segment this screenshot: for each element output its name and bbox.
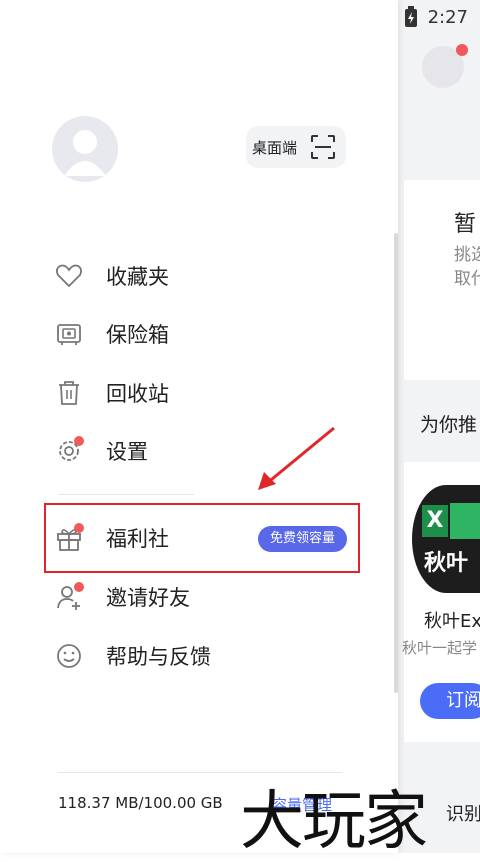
menu-item-label: 收藏夹 xyxy=(106,265,169,289)
gear-icon xyxy=(52,434,86,468)
heart-icon xyxy=(52,259,86,293)
menu-item-recycle-bin[interactable]: 回收站 xyxy=(52,370,362,416)
notification-dot xyxy=(74,436,84,446)
menu-item-safe[interactable]: 保险箱 xyxy=(52,311,362,357)
background-subtitle-2: 取代 xyxy=(454,269,480,289)
storage-usage-text: 118.37 MB/100.00 GB xyxy=(58,794,223,812)
menu-item-label: 回收站 xyxy=(106,382,169,406)
menu-item-invite-friends[interactable]: 邀请好友 xyxy=(52,574,362,620)
menu-item-label: 邀请好友 xyxy=(106,586,190,610)
desktop-button[interactable]: 桌面端 xyxy=(246,126,346,168)
status-time: 2:27 xyxy=(427,6,468,28)
battery-charging-icon xyxy=(404,6,417,27)
desktop-button-label: 桌面端 xyxy=(252,138,298,157)
menu-item-label: 保险箱 xyxy=(106,323,169,347)
menu-divider xyxy=(58,494,194,495)
background-notification-dot xyxy=(456,44,468,56)
trash-icon xyxy=(52,376,86,410)
menu-item-help-feedback[interactable]: 帮助与反馈 xyxy=(52,633,362,679)
background-title: 暂 xyxy=(454,212,477,237)
avatar[interactable] xyxy=(52,116,118,182)
watermark: 大玩家 xyxy=(240,785,428,859)
annotation-arrow-icon xyxy=(258,426,335,490)
background-app-name: 秋叶Ex xyxy=(424,611,480,632)
background-bottom-text: 识别 xyxy=(446,804,480,825)
background-subtitle-1: 挑选 xyxy=(454,245,480,265)
background-app-desc: 秋叶一起学 xyxy=(402,639,478,657)
scan-icon xyxy=(311,135,335,159)
safe-icon xyxy=(52,317,86,351)
smile-icon xyxy=(52,639,86,673)
subscribe-button[interactable]: 订阅 xyxy=(420,683,480,719)
menu-item-favorites[interactable]: 收藏夹 xyxy=(52,253,362,299)
excel-app-logo: X 秋叶 xyxy=(412,485,480,593)
menu-item-label: 帮助与反馈 xyxy=(106,645,211,669)
add-user-icon xyxy=(52,580,86,614)
notification-dot xyxy=(74,582,84,592)
user-placeholder-icon xyxy=(64,130,106,176)
scrollbar[interactable] xyxy=(394,233,398,693)
menu-item-label: 设置 xyxy=(106,440,148,464)
background-recommend-heading: 为你推 xyxy=(420,414,478,436)
highlight-annotation-box xyxy=(44,503,360,573)
